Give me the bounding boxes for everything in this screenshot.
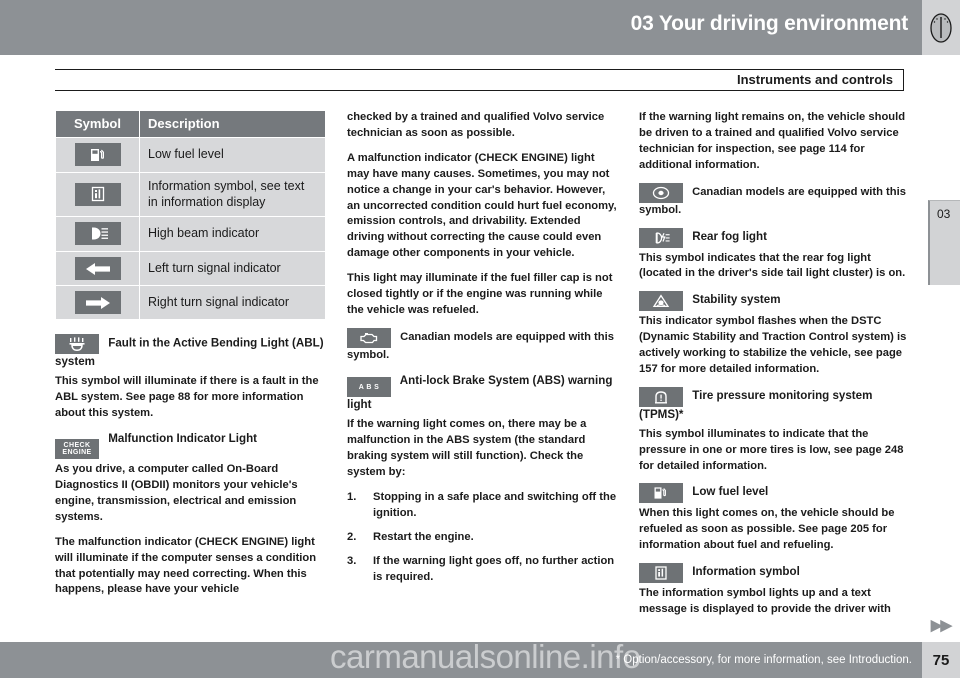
table-row: Information symbol, see text in informat… — [55, 172, 326, 218]
symbol-cell — [55, 172, 140, 218]
canada-engine-icon — [347, 327, 391, 348]
chapter-tab: 03 — [928, 200, 960, 285]
description-cell: Left turn signal indicator — [139, 250, 326, 287]
fuel-pump-icon — [74, 143, 121, 166]
table-header-row: Symbol Description — [55, 110, 326, 138]
information-icon — [639, 563, 683, 584]
low-fuel-heading: Low fuel level — [692, 485, 769, 499]
stability-system-icon — [639, 291, 683, 312]
col2-paragraph-2: A malfunction indicator (CHECK ENGINE) l… — [347, 151, 617, 260]
column-left: Symbol Description Low fuel level Inform… — [55, 110, 326, 607]
ahl-heading-block: Fault in the Active Bending Light (ABL) … — [55, 334, 326, 371]
rear-fog-heading-block: Rear fog light — [639, 227, 910, 248]
stability-heading: Stability system — [692, 293, 781, 307]
canadian-models-block-2: Canadian models are equipped with this s… — [639, 182, 910, 219]
table-row: Low fuel level — [55, 136, 326, 174]
table-row: High beam indicator — [55, 216, 326, 252]
description-cell: Low fuel level — [139, 136, 326, 174]
mil-heading-block: CHECK ENGINE Malfunction Indicator Light — [55, 431, 326, 460]
list-item: If the warning light goes off, no furthe… — [347, 554, 615, 583]
page-footer: * Option/accessory, for more information… — [0, 642, 922, 678]
section-title: Instruments and controls — [736, 72, 893, 87]
tpms-heading-block: Tire pressure monitoring system (TPMS)* — [639, 386, 910, 424]
abs-heading-block: A B S Anti-lock Brake System (ABS) warni… — [347, 373, 618, 414]
manual-page: 03 Your driving environment Instruments … — [0, 0, 960, 678]
chapter-tab-number: 03 — [937, 207, 951, 221]
description-cell: Right turn signal indicator — [139, 285, 326, 321]
abs-icon-text: A B S — [358, 383, 380, 391]
low-fuel-heading-block: Low fuel level — [639, 483, 910, 504]
left-arrow-icon — [74, 257, 121, 280]
canadian-models-block-1: Canadian models are equipped with this s… — [347, 327, 618, 364]
check-engine-icon: CHECK ENGINE — [55, 439, 99, 460]
col2-paragraph-3: This light may illuminate if the fuel fi… — [347, 272, 613, 316]
next-page-arrows[interactable]: ▶▶ — [931, 616, 952, 634]
page-header: 03 Your driving environment — [0, 0, 922, 55]
mil-heading: Malfunction Indicator Light — [108, 431, 258, 445]
footer-note: * Option/accessory, for more information… — [615, 654, 912, 666]
abs-body: If the warning light comes on, there may… — [347, 418, 587, 478]
symbol-cell — [55, 285, 140, 321]
description-cell: Information symbol, see text in informat… — [139, 172, 326, 218]
tire-pressure-icon — [639, 386, 683, 407]
description-cell: High beam indicator — [139, 216, 326, 252]
stability-body: This indicator symbol flashes when the D… — [639, 315, 907, 376]
section-rule: Instruments and controls — [55, 69, 904, 91]
list-item: Restart the engine. — [347, 530, 474, 546]
column-right: If the warning light remains on, the veh… — [639, 110, 910, 627]
ahl-headlight-icon — [55, 334, 99, 355]
page-number: 75 — [932, 651, 950, 669]
gauge-icon — [930, 12, 952, 43]
col2-paragraph-1: checked by a trained and qualified Volvo… — [347, 111, 605, 139]
canada-oval-icon — [639, 182, 683, 203]
symbol-cell — [55, 250, 140, 287]
column-header-description: Description — [139, 110, 326, 138]
page-title: 03 Your driving environment — [630, 12, 909, 35]
column-middle: checked by a trained and qualified Volvo… — [347, 110, 618, 594]
symbol-cell — [55, 216, 140, 252]
check-engine-line-1: CHECK — [63, 441, 91, 449]
table-row: Right turn signal indicator — [55, 285, 326, 321]
stability-heading-block: Stability system — [639, 291, 910, 312]
check-engine-line-2: ENGINE — [62, 449, 92, 457]
rear-fog-body: This symbol indicates that the rear fog … — [639, 251, 906, 280]
information-heading: Information symbol — [692, 565, 800, 579]
ahl-body: This symbol will illuminate if there is … — [55, 375, 319, 419]
fuel-pump-icon — [639, 483, 683, 504]
abs-steps-list: Stopping in a safe place and switching o… — [347, 490, 618, 586]
rear-fog-heading: Rear fog light — [692, 229, 767, 243]
table-row: Left turn signal indicator — [55, 250, 326, 287]
information-icon — [74, 182, 121, 206]
information-heading-block: Information symbol — [639, 563, 910, 584]
low-fuel-body: When this light comes on, the vehicle sh… — [639, 507, 895, 552]
rear-fog-light-icon — [639, 227, 683, 248]
tpms-body: This symbol illuminates to indicate that… — [639, 427, 904, 472]
list-item: Stopping in a safe place and switching o… — [347, 490, 617, 519]
symbol-table: Symbol Description Low fuel level Inform… — [55, 110, 326, 321]
abs-icon: A B S — [347, 377, 391, 398]
header-icon-box — [922, 0, 960, 55]
col3-paragraph-1: If the warning light remains on, the veh… — [639, 111, 906, 171]
mil-body-2: The malfunction indicator (CHECK ENGINE)… — [55, 535, 317, 596]
mil-body-1: As you drive, a computer called On-Board… — [55, 463, 298, 523]
column-header-symbol: Symbol — [55, 110, 140, 138]
right-arrow-icon — [74, 291, 121, 315]
information-body: The information symbol lights up and a t… — [639, 587, 891, 616]
high-beam-icon — [74, 222, 121, 246]
page-number-box: 75 — [922, 642, 960, 678]
symbol-cell — [55, 136, 140, 174]
